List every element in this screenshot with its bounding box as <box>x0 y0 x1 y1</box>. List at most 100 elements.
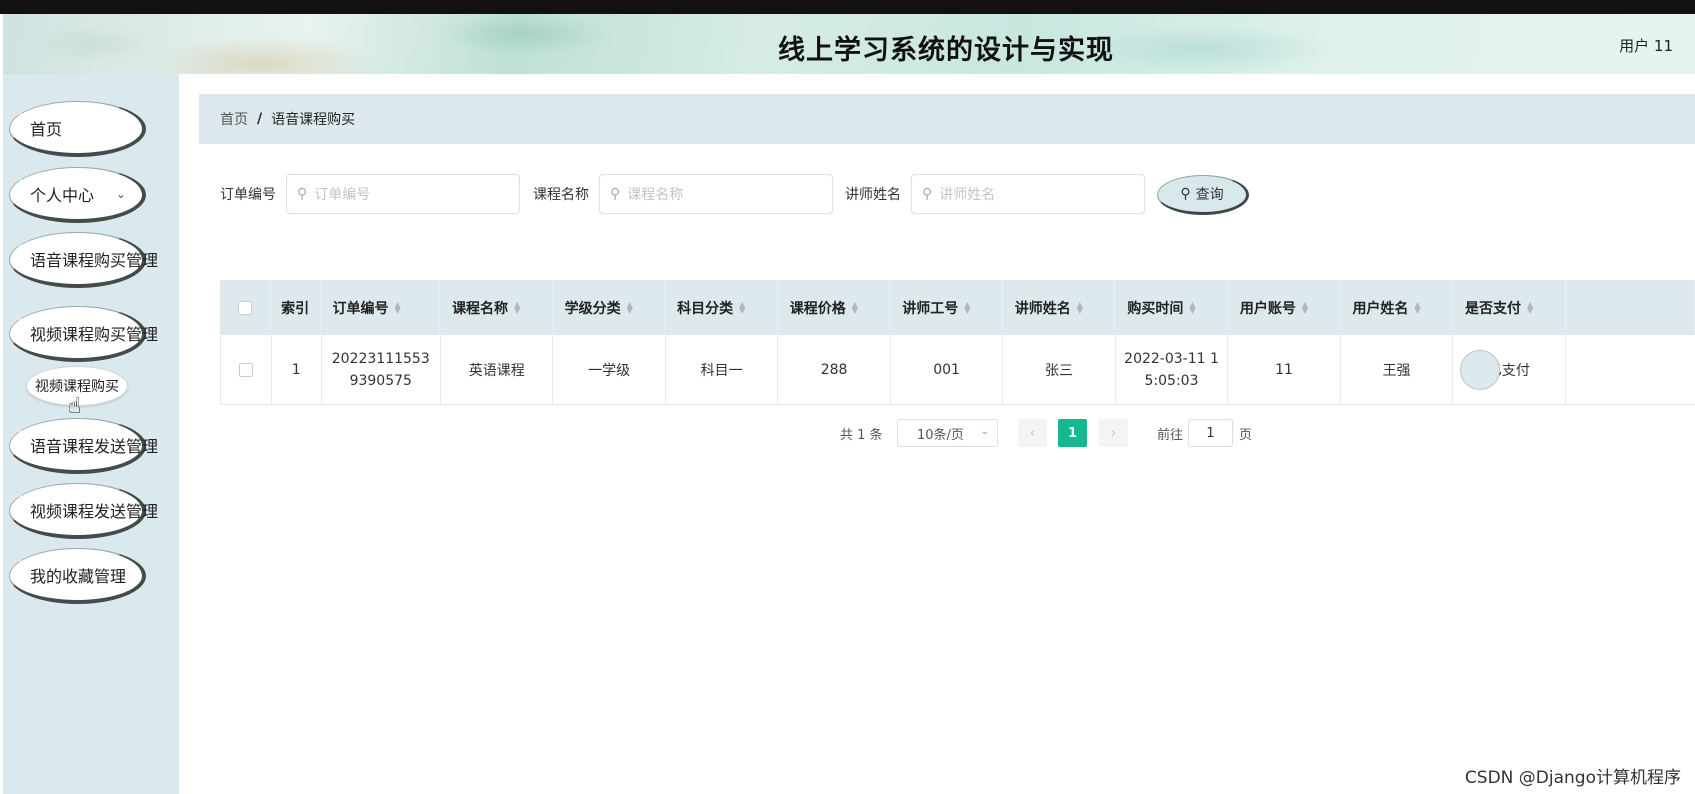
row-select-cell <box>221 335 272 404</box>
chevron-down-icon: ⌄ <box>980 426 989 437</box>
chevron-right-icon: › <box>1110 425 1117 441</box>
col-course-name[interactable]: 课程名称 ▲ ▼ <box>440 280 553 335</box>
col-user-account[interactable]: 用户账号 ▲ ▼ <box>1228 280 1341 335</box>
page-number-current[interactable]: 1 <box>1058 419 1087 447</box>
teacher-name-placeholder: 讲师姓名 <box>939 187 996 203</box>
page-size-value: 10条/页 <box>917 427 964 443</box>
col-paid[interactable]: 是否支付 ▲ ▼ <box>1453 280 1566 335</box>
sidebar-item-personal-center[interactable]: 个人中心 ⌄ <box>9 167 146 223</box>
sort-icon[interactable]: ▲ ▼ <box>1527 300 1533 314</box>
sidebar-item-home[interactable]: 首页 <box>9 101 146 157</box>
sidebar-item-video-send[interactable]: 视频课程发送管理 <box>9 483 158 539</box>
breadcrumb-separator: / <box>257 111 263 127</box>
col-label: 用户账号 <box>1239 300 1296 317</box>
query-button[interactable]: ⚲ 查询 <box>1157 175 1249 215</box>
sidebar-item-audio-purchase[interactable]: 语音课程购买管理 <box>9 232 158 288</box>
prev-page-button[interactable]: ‹ <box>1018 419 1047 447</box>
cell-index: 1 <box>272 335 322 404</box>
sort-icon[interactable]: ▲ ▼ <box>1189 300 1195 314</box>
app-header: 线上学习系统的设计与实现 用户 11 <box>3 14 1695 74</box>
col-label: 订单编号 <box>332 300 389 317</box>
goto-label: 前往 <box>1157 428 1184 443</box>
cell-user-name: 王强 <box>1341 335 1454 404</box>
breadcrumb: 首页 / 语音课程购买 <box>199 94 1695 144</box>
sidebar-item-label: 视频课程发送管理 <box>30 501 159 521</box>
col-label: 课程名称 <box>452 300 509 317</box>
goto-suffix: 页 <box>1239 428 1253 443</box>
col-grade[interactable]: 学级分类 ▲ ▼ <box>553 280 666 335</box>
col-order-no[interactable]: 订单编号 ▲ ▼ <box>321 280 441 335</box>
col-buy-time[interactable]: 购买时间 ▲ ▼ <box>1115 280 1228 335</box>
col-index: 索引 <box>271 280 321 335</box>
col-label: 课程价格 <box>789 300 846 317</box>
cell-grade: 一学级 <box>553 335 666 404</box>
col-label: 讲师姓名 <box>1014 300 1071 317</box>
sort-icon[interactable]: ▲ ▼ <box>514 300 520 314</box>
col-teacher-name[interactable]: 讲师姓名 ▲ ▼ <box>1003 280 1116 335</box>
col-label: 科目分类 <box>677 300 734 317</box>
order-no-placeholder: 订单编号 <box>314 187 371 203</box>
cell-teacher-no: 001 <box>891 335 1004 404</box>
col-teacher-no[interactable]: 讲师工号 ▲ ▼ <box>890 280 1003 335</box>
pagination: 共 1 条 10条/页 ⌄ ‹ 1 › 前往 1 页 <box>0 419 1695 447</box>
select-all-checkbox[interactable] <box>237 300 252 315</box>
sidebar-item-label: 首页 <box>30 119 63 139</box>
hand-cursor-icon: ☝ <box>68 394 82 419</box>
search-icon: ⚲ <box>1180 186 1191 202</box>
user-menu[interactable]: 用户 11 <box>1619 35 1673 56</box>
cell-course-name: 英语课程 <box>441 335 554 404</box>
sidebar-item-label: 视频课程购买管理 <box>30 324 159 344</box>
page-size-select[interactable]: 10条/页 ⌄ <box>897 419 998 447</box>
select-all-cell <box>220 280 271 335</box>
cell-subject: 科目一 <box>666 335 779 404</box>
sort-icon[interactable]: ▲ ▼ <box>739 300 745 314</box>
sidebar-item-label: 语音课程购买管理 <box>30 250 159 270</box>
table-header-row: 索引 订单编号 ▲ ▼ 课程名称 ▲ ▼ 学级分类 ▲ ▼ 科目分类 ▲ ▼ 课程价格 ▲ ▼ 讲师… <box>220 280 1695 335</box>
cell-actions <box>1566 335 1695 404</box>
row-checkbox[interactable] <box>238 362 253 377</box>
breadcrumb-current: 语音课程购买 <box>271 112 356 128</box>
sidebar-item-label: 个人中心 <box>30 185 95 205</box>
goto-page-input[interactable]: 1 <box>1188 419 1233 447</box>
cell-user-account: 11 <box>1228 335 1341 404</box>
cell-price: 288 <box>778 335 891 404</box>
sort-icon[interactable]: ▲ ▼ <box>852 300 858 314</box>
col-price[interactable]: 课程价格 ▲ ▼ <box>778 280 891 335</box>
col-label: 讲师工号 <box>902 300 959 317</box>
sidebar-item-video-purchase[interactable]: 视频课程购买管理 <box>9 306 158 362</box>
next-page-button[interactable]: › <box>1099 419 1128 447</box>
search-teacher-group: 讲师姓名 ⚲ 讲师姓名 <box>845 174 1145 214</box>
sort-icon[interactable]: ▲ ▼ <box>964 300 970 314</box>
search-icon: ⚲ <box>297 186 308 202</box>
page-title: 线上学习系统的设计与实现 <box>778 35 1114 66</box>
sort-icon[interactable]: ▲ ▼ <box>395 300 401 314</box>
teacher-name-label: 讲师姓名 <box>845 187 901 203</box>
chevron-left-icon: ‹ <box>1029 425 1036 441</box>
col-subject[interactable]: 科目分类 ▲ ▼ <box>665 280 778 335</box>
watermark: CSDN @Django计算机程序 <box>1464 768 1681 788</box>
cell-order-no: 20223111553 9390575 <box>322 335 441 404</box>
sort-icon[interactable]: ▲ ▼ <box>627 300 633 314</box>
sidebar-item-label: 我的收藏管理 <box>30 566 127 586</box>
col-user-name[interactable]: 用户姓名 ▲ ▼ <box>1340 280 1453 335</box>
sort-icon[interactable]: ▲ ▼ <box>1302 300 1308 314</box>
order-no-input[interactable]: ⚲ 订单编号 <box>286 174 520 214</box>
col-label: 学级分类 <box>564 300 621 317</box>
window-top-strip <box>0 0 1695 14</box>
chevron-down-icon: ⌄ <box>116 186 127 201</box>
course-name-placeholder: 课程名称 <box>627 187 684 203</box>
search-course-group: 课程名称 ⚲ 课程名称 <box>533 174 833 214</box>
col-label: 用户姓名 <box>1352 300 1409 317</box>
sort-icon[interactable]: ▲ ▼ <box>1414 300 1420 314</box>
total-count: 共 1 条 <box>840 428 883 443</box>
course-name-input[interactable]: ⚲ 课程名称 <box>599 174 833 214</box>
breadcrumb-home[interactable]: 首页 <box>220 109 248 129</box>
teacher-name-input[interactable]: ⚲ 讲师姓名 <box>911 174 1145 214</box>
col-label: 购买时间 <box>1127 300 1184 317</box>
query-button-label: 查询 <box>1195 187 1224 203</box>
row-action-button[interactable] <box>1460 350 1500 390</box>
search-icon: ⚲ <box>610 186 621 202</box>
sort-icon[interactable]: ▲ ▼ <box>1077 300 1083 314</box>
col-label: 是否支付 <box>1464 300 1521 317</box>
sidebar-item-favorites[interactable]: 我的收藏管理 <box>9 548 146 604</box>
